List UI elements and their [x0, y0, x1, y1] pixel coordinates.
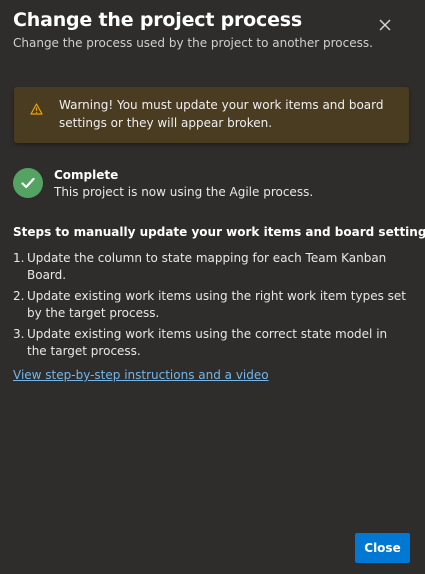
- steps-heading: Steps to manually update your work items…: [13, 225, 425, 239]
- close-icon[interactable]: [374, 14, 396, 36]
- step-number: 3.: [13, 327, 25, 341]
- status-title: Complete: [54, 168, 119, 182]
- status-description: This project is now using the Agile proc…: [54, 185, 314, 199]
- step-text: Update existing work items using the cor…: [27, 327, 388, 358]
- step-text: Update the column to state mapping for e…: [27, 251, 387, 282]
- instructions-link[interactable]: View step-by-step instructions and a vid…: [13, 368, 269, 382]
- step-number: 2.: [13, 289, 25, 303]
- checkmark-icon: [13, 168, 43, 198]
- warning-icon: [30, 100, 43, 119]
- list-item: 2. Update existing work items using the …: [13, 288, 408, 322]
- steps-list: 1. Update the column to state mapping fo…: [13, 250, 408, 364]
- change-process-dialog: Change the project process Change the pr…: [0, 0, 425, 574]
- step-number: 1.: [13, 251, 25, 265]
- warning-text: Warning! You must update your work items…: [59, 98, 384, 130]
- list-item: 3. Update existing work items using the …: [13, 326, 408, 360]
- dialog-title: Change the project process: [13, 9, 303, 31]
- dialog-subtitle: Change the process used by the project t…: [13, 36, 373, 50]
- list-item: 1. Update the column to state mapping fo…: [13, 250, 408, 284]
- step-text: Update existing work items using the rig…: [27, 289, 406, 320]
- close-button[interactable]: Close: [355, 533, 410, 563]
- warning-banner: Warning! You must update your work items…: [14, 87, 409, 143]
